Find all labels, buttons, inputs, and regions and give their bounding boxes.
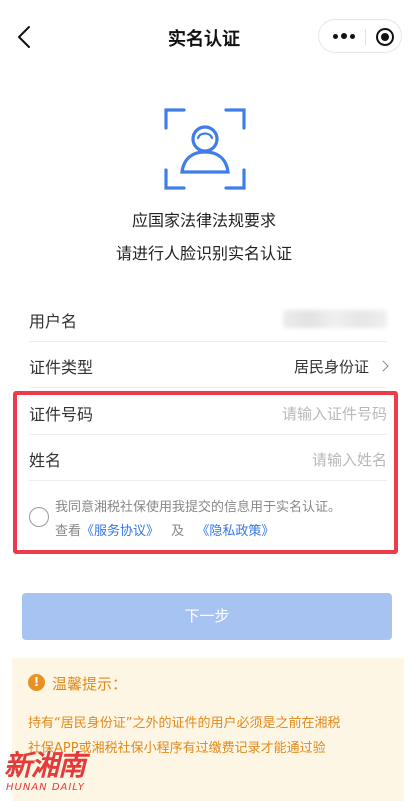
chevron-right-icon	[377, 360, 389, 372]
username-value-blurred	[283, 310, 387, 328]
tips-text-line1: 持有“居民身份证”之外的证件的用户必须是之前在湘税	[28, 716, 341, 731]
watermark-sub: HUNAN DAILY	[6, 782, 86, 793]
navigation-bar: 实名认证	[0, 0, 408, 74]
news-watermark-logo: 新湘南 HUNAN DAILY	[4, 744, 124, 800]
username-row: 用户名	[29, 296, 387, 342]
legal-requirement-text: 应国家法律法规要求	[131, 211, 276, 230]
username-label: 用户名	[29, 312, 78, 331]
info-icon: !	[28, 674, 45, 691]
next-step-button[interactable]: 下一步	[22, 593, 392, 640]
id-type-select[interactable]: 居民身份证	[293, 356, 389, 377]
id-type-row[interactable]: 证件类型 居民身份证	[29, 342, 389, 388]
capsule-divider	[365, 29, 366, 45]
more-dots-icon[interactable]	[327, 20, 361, 52]
id-type-label: 证件类型	[29, 358, 94, 377]
tips-title: 温馨提示：	[52, 675, 128, 693]
mini-program-capsule	[318, 19, 402, 53]
id-type-value: 居民身份证	[293, 358, 369, 376]
face-recognition-instruction: 请进行人脸识别实名认证	[115, 244, 292, 263]
target-icon[interactable]	[376, 28, 394, 46]
highlight-annotation-box	[13, 391, 398, 554]
watermark-main: 新湘南	[4, 749, 86, 782]
face-scan-icon	[164, 108, 246, 190]
